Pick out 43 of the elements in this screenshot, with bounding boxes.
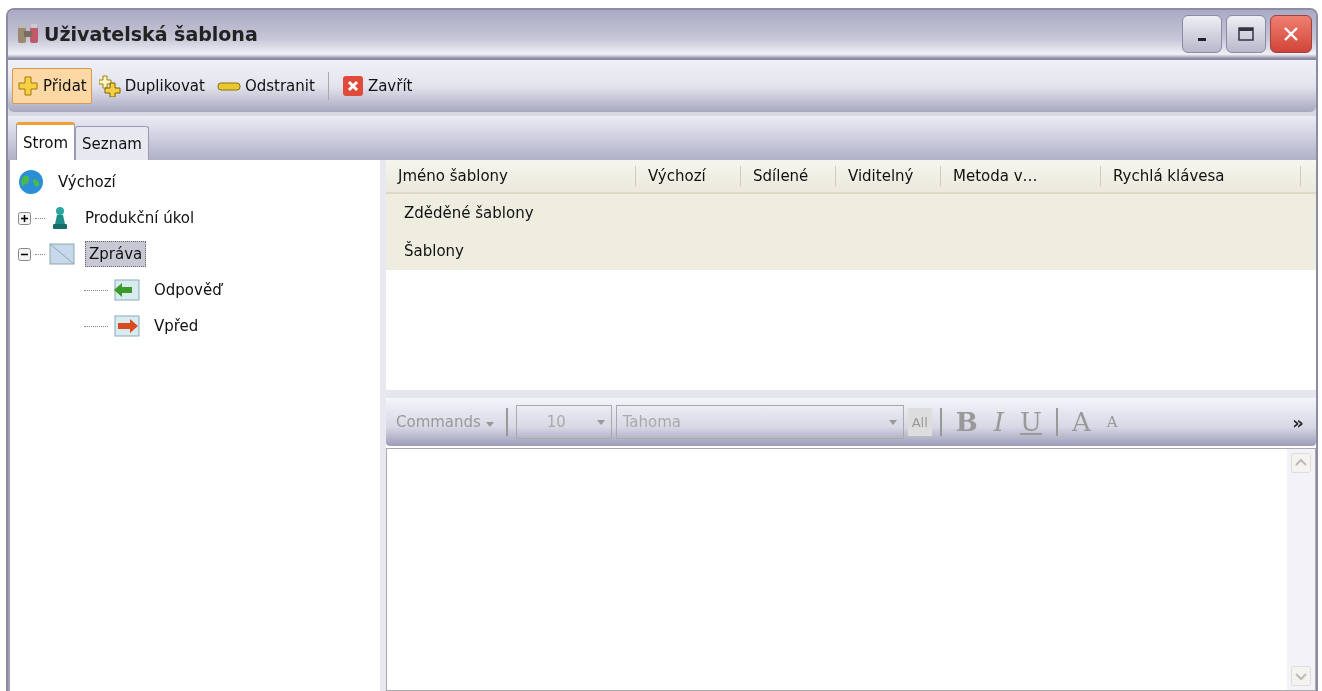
scroll-down-icon[interactable] bbox=[1291, 666, 1311, 686]
column-header[interactable]: Rychlá klávesa bbox=[1101, 166, 1301, 186]
scrollbar[interactable] bbox=[1287, 449, 1315, 690]
binoculars-icon bbox=[16, 23, 40, 45]
plus-icon bbox=[17, 75, 39, 97]
tree-item[interactable]: Produkční úkol bbox=[81, 205, 199, 231]
close-button[interactable] bbox=[1270, 15, 1312, 53]
maximize-icon bbox=[1237, 26, 1255, 42]
remove-button[interactable]: Odstranit bbox=[211, 68, 320, 104]
tree-item[interactable]: Odpověď bbox=[150, 277, 226, 303]
window-title: Uživatelská šablona bbox=[44, 23, 259, 45]
maximize-button[interactable] bbox=[1226, 15, 1266, 53]
scroll-up-icon[interactable] bbox=[1291, 453, 1311, 473]
tree-item[interactable]: Zpráva bbox=[85, 241, 147, 267]
dropdown-icon bbox=[888, 419, 897, 425]
column-header[interactable]: Metoda v… bbox=[941, 166, 1101, 186]
splitter-handle[interactable] bbox=[386, 390, 1316, 398]
tab[interactable]: Strom bbox=[16, 122, 76, 160]
column-header[interactable]: Výchozí bbox=[636, 166, 741, 186]
add-button[interactable]: Přidat bbox=[12, 68, 92, 104]
dropdown-icon bbox=[596, 419, 605, 425]
tree-item[interactable]: Vpřed bbox=[150, 313, 203, 339]
minus-icon bbox=[216, 80, 241, 92]
envelope-icon bbox=[49, 243, 75, 265]
duplicate-icon bbox=[98, 75, 121, 97]
close-icon bbox=[341, 75, 364, 97]
column-header[interactable]: Sdílené bbox=[741, 166, 836, 186]
expander-icon[interactable] bbox=[18, 211, 31, 225]
dropdown-icon bbox=[485, 422, 494, 427]
duplicate-button[interactable]: Duplikovat bbox=[93, 68, 210, 104]
tab[interactable]: Seznam bbox=[75, 126, 149, 160]
tree-item[interactable]: Výchozí bbox=[54, 169, 120, 195]
column-header[interactable]: Viditelný bbox=[836, 166, 941, 186]
forward-icon bbox=[112, 314, 140, 338]
reply-icon bbox=[112, 278, 140, 302]
globe-icon bbox=[18, 169, 44, 195]
group-row[interactable]: Šablony bbox=[386, 232, 1316, 270]
column-header[interactable]: Jméno šablony bbox=[386, 166, 636, 186]
expander-icon[interactable] bbox=[18, 247, 31, 261]
close-icon bbox=[1282, 25, 1300, 43]
minimize-icon bbox=[1198, 37, 1206, 41]
group-row[interactable]: Zděděné šablony bbox=[386, 194, 1316, 232]
close-button[interactable]: Zavřít bbox=[336, 68, 418, 104]
